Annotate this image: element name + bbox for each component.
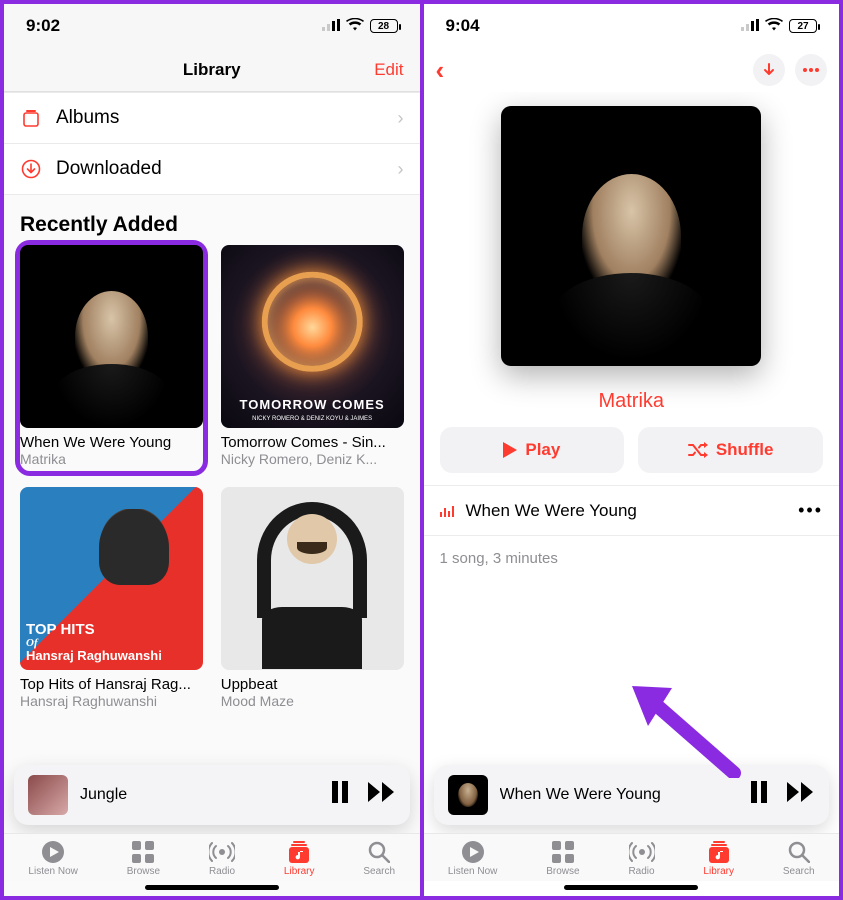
library-icon	[707, 840, 731, 864]
pause-icon[interactable]	[330, 781, 350, 810]
status-bar: 9:04 27	[424, 4, 840, 48]
mini-player-title: When We Were Young	[500, 786, 738, 804]
library-icon	[287, 840, 311, 864]
tab-search[interactable]: Search	[363, 840, 395, 877]
tab-browse[interactable]: Browse	[127, 840, 160, 877]
page-title: Library	[183, 60, 241, 80]
shuffle-icon	[688, 442, 708, 458]
recently-added-grid: When We Were Young Matrika TOMORROW COME…	[4, 245, 420, 719]
status-bar: 9:02 28	[4, 4, 420, 48]
album-item[interactable]: TOP HITS Of Hansraj Raghuwanshi Top Hits…	[20, 487, 203, 709]
play-icon	[503, 442, 517, 458]
radio-icon	[209, 840, 235, 864]
row-albums-label: Albums	[56, 107, 119, 129]
home-indicator[interactable]	[564, 885, 698, 890]
tab-browse[interactable]: Browse	[546, 840, 579, 877]
pause-icon[interactable]	[749, 781, 769, 810]
play-circle-icon	[41, 840, 65, 864]
album-artist: Mood Maze	[221, 693, 404, 709]
back-button[interactable]: ‹	[436, 55, 445, 86]
now-playing-eq-icon	[440, 505, 454, 517]
library-screen: 9:02 28 Library Edit Albums › Dow	[4, 4, 420, 896]
mini-player-title: Jungle	[80, 786, 318, 804]
grid-icon	[552, 840, 574, 864]
search-icon	[368, 840, 390, 864]
tab-listen-now[interactable]: Listen Now	[28, 840, 77, 877]
album-artist: Nicky Romero, Deniz K...	[221, 451, 404, 467]
row-albums[interactable]: Albums ›	[4, 92, 420, 144]
next-icon[interactable]	[787, 781, 815, 810]
mini-player[interactable]: Jungle	[14, 765, 410, 825]
nav-header: Library Edit	[4, 48, 420, 92]
album-hero-art	[501, 106, 761, 366]
chevron-right-icon: ›	[398, 159, 404, 180]
album-artist: Matrika	[20, 451, 203, 467]
radio-icon	[629, 840, 655, 864]
tab-bar: Listen Now Browse Radio Library Search	[424, 833, 840, 881]
album-art	[221, 487, 404, 670]
home-indicator[interactable]	[145, 885, 279, 890]
album-title: Uppbeat	[221, 676, 404, 693]
more-button[interactable]	[795, 54, 827, 86]
tab-library[interactable]: Library	[703, 840, 734, 877]
status-time: 9:02	[26, 16, 60, 36]
album-art: TOMORROW COMES NICKY ROMERO & DENIZ KOYU…	[221, 245, 404, 428]
tab-library[interactable]: Library	[284, 840, 315, 877]
action-row: Play Shuffle	[424, 427, 840, 473]
album-item[interactable]: TOMORROW COMES NICKY ROMERO & DENIZ KOYU…	[221, 245, 404, 471]
album-title: Top Hits of Hansraj Rag...	[20, 676, 203, 693]
album-item[interactable]: Uppbeat Mood Maze	[221, 487, 404, 709]
chevron-right-icon: ›	[398, 108, 404, 129]
albums-icon	[20, 108, 42, 128]
tab-bar: Listen Now Browse Radio Library Search	[4, 833, 420, 881]
edit-button[interactable]: Edit	[374, 60, 403, 80]
grid-icon	[132, 840, 154, 864]
artist-name[interactable]: Matrika	[424, 390, 840, 413]
mini-player[interactable]: When We Were Young	[434, 765, 830, 825]
tab-radio[interactable]: Radio	[209, 840, 235, 877]
battery-icon: 27	[789, 19, 817, 33]
section-title-recently-added: Recently Added	[4, 195, 420, 245]
shuffle-button[interactable]: Shuffle	[638, 427, 823, 473]
download-icon	[20, 159, 42, 179]
tab-search[interactable]: Search	[783, 840, 815, 877]
album-item[interactable]: When We Were Young Matrika	[20, 245, 203, 471]
cellular-icon	[322, 18, 340, 35]
play-button[interactable]: Play	[440, 427, 625, 473]
battery-icon: 28	[370, 19, 398, 33]
album-art	[20, 245, 203, 428]
track-more-button[interactable]: •••	[798, 500, 823, 521]
track-meta: 1 song, 3 minutes	[424, 536, 840, 581]
album-title: Tomorrow Comes - Sin...	[221, 434, 404, 451]
cellular-icon	[741, 18, 759, 35]
album-detail-screen: 9:04 27 ‹ Matrika Play	[420, 4, 840, 896]
track-title: When We Were Young	[466, 501, 637, 521]
mini-player-art	[448, 775, 488, 815]
play-circle-icon	[461, 840, 485, 864]
album-title: When We Were Young	[20, 434, 203, 451]
download-button[interactable]	[753, 54, 785, 86]
next-icon[interactable]	[368, 781, 396, 810]
wifi-icon	[346, 18, 364, 35]
tab-radio[interactable]: Radio	[628, 840, 654, 877]
wifi-icon	[765, 18, 783, 35]
row-downloaded[interactable]: Downloaded ›	[4, 144, 420, 195]
mini-player-art	[28, 775, 68, 815]
library-rows: Albums › Downloaded ›	[4, 92, 420, 195]
nav-header: ‹	[424, 48, 840, 92]
status-time: 9:04	[446, 16, 480, 36]
tab-listen-now[interactable]: Listen Now	[448, 840, 497, 877]
row-downloaded-label: Downloaded	[56, 158, 162, 180]
album-art: TOP HITS Of Hansraj Raghuwanshi	[20, 487, 203, 670]
track-row[interactable]: When We Were Young •••	[424, 485, 840, 536]
search-icon	[788, 840, 810, 864]
album-artist: Hansraj Raghuwanshi	[20, 693, 203, 709]
